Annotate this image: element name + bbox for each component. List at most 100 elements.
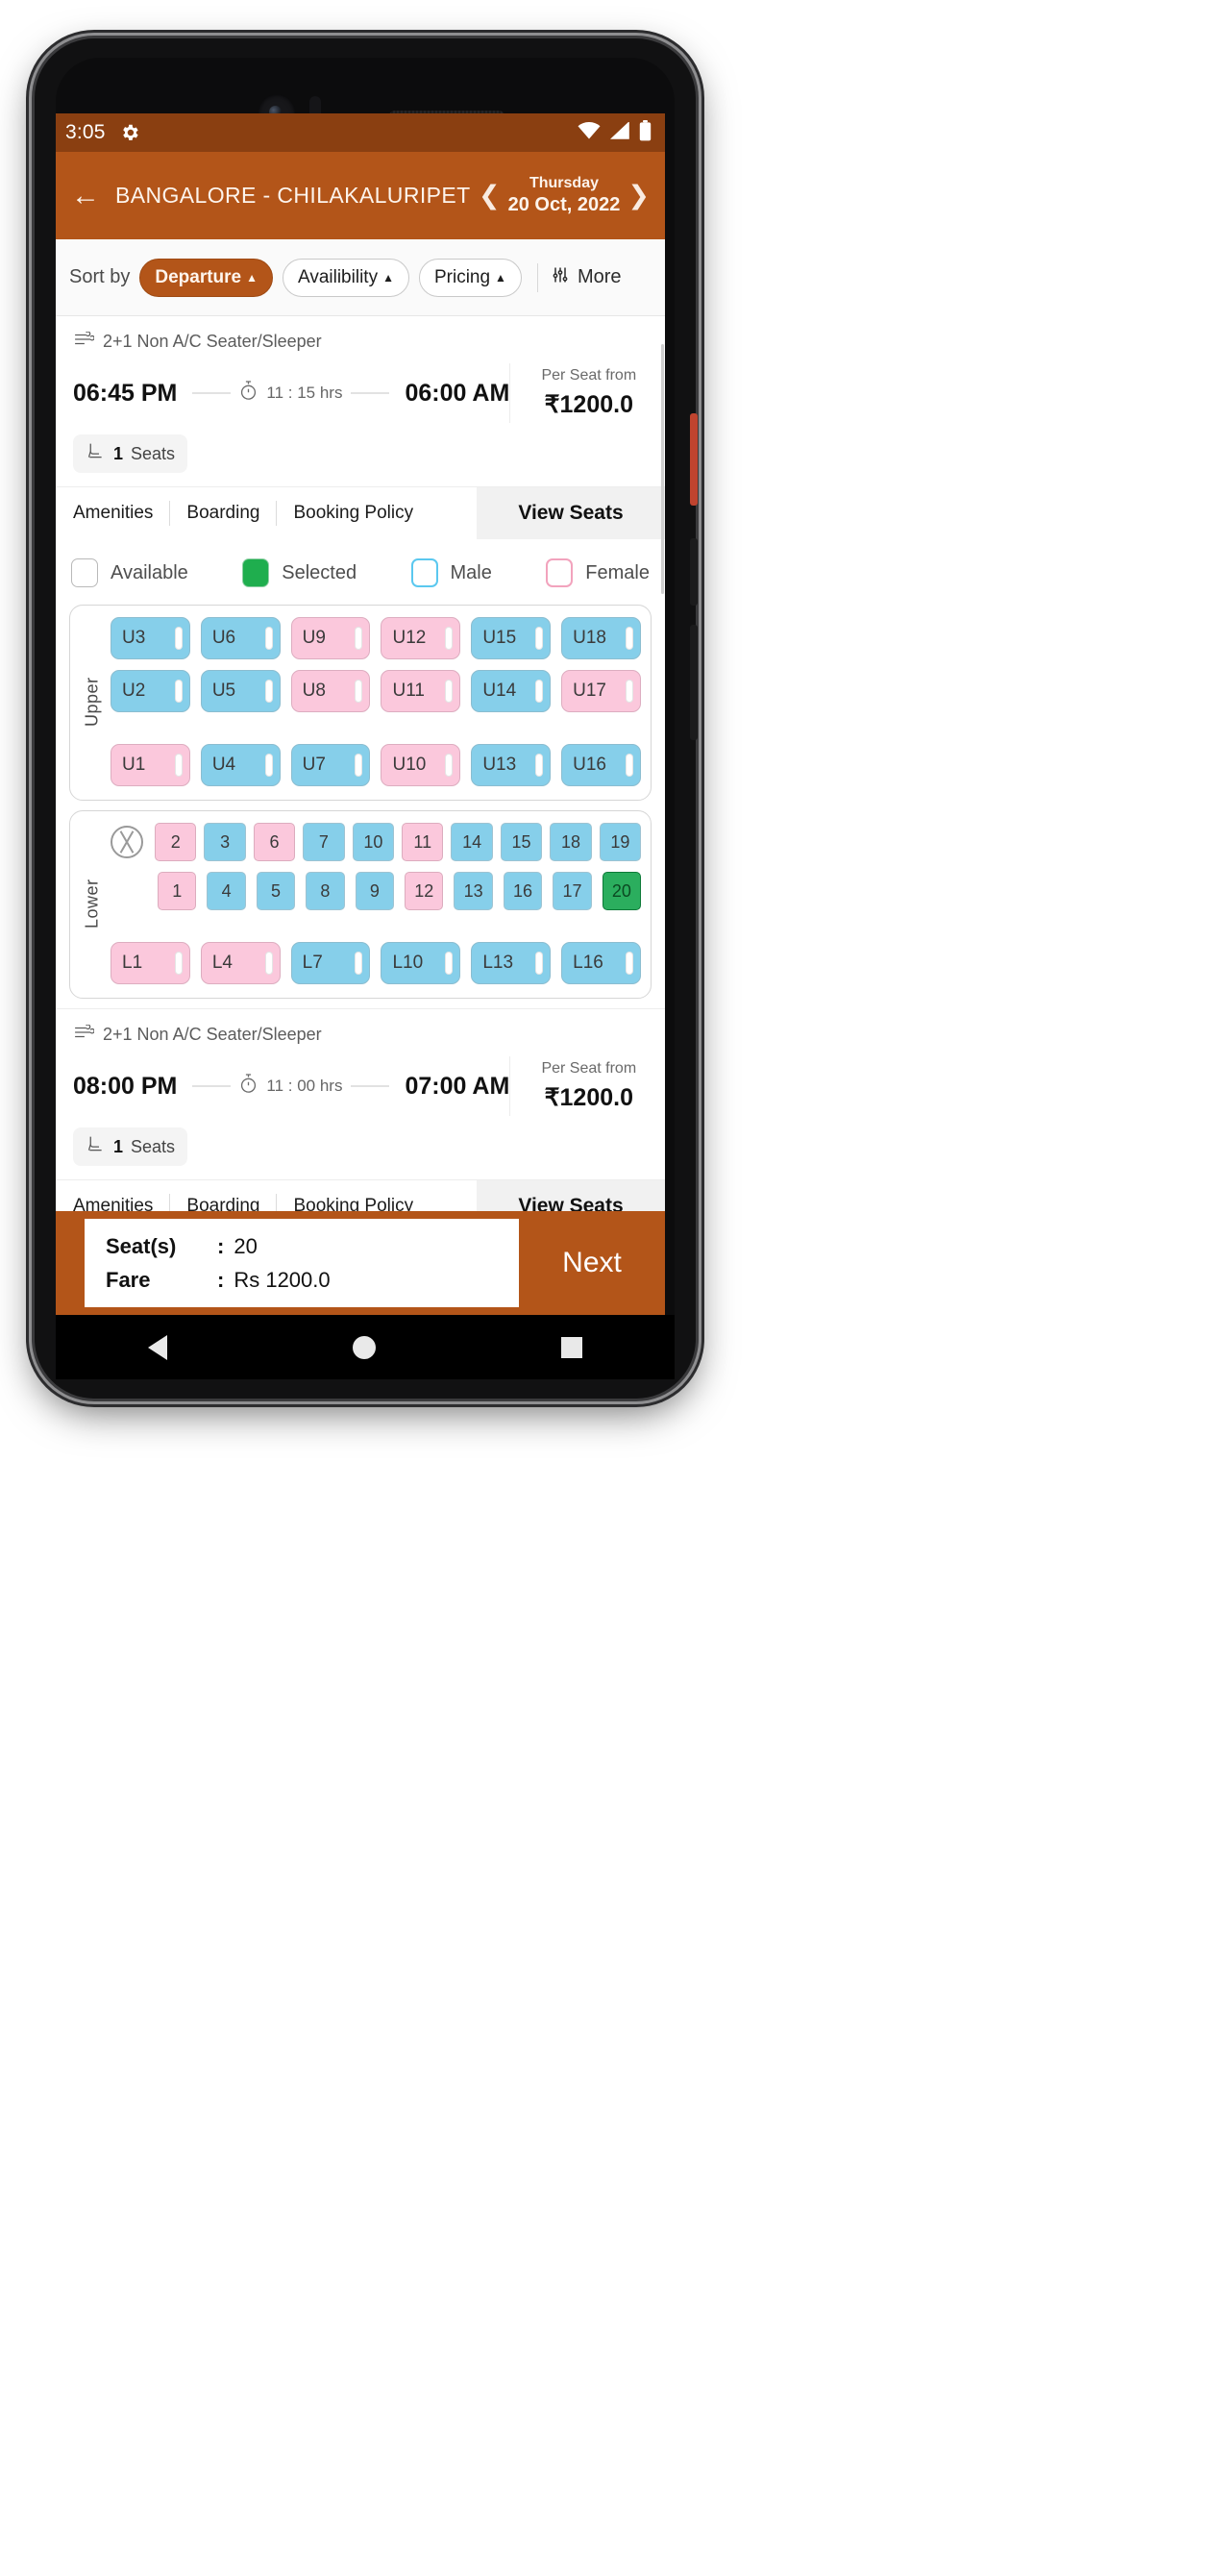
sort-chip-availability-label: Availibility bbox=[298, 266, 379, 287]
sort-by-label: Sort by bbox=[69, 266, 131, 287]
legend-male: Male bbox=[410, 558, 492, 587]
summary-seats-key: Seat(s) bbox=[106, 1233, 177, 1258]
sort-chip-departure-label: Departure bbox=[155, 266, 242, 287]
seat-9[interactable]: 9 bbox=[355, 872, 395, 910]
seat-U18[interactable]: U18 bbox=[561, 617, 641, 659]
volume-down-button[interactable] bbox=[690, 625, 698, 740]
pillow-icon bbox=[625, 952, 633, 975]
seat-5[interactable]: 5 bbox=[256, 872, 296, 910]
seat-U8[interactable]: U8 bbox=[290, 670, 371, 712]
circle-home-icon[interactable] bbox=[352, 1335, 376, 1359]
seat-16[interactable]: 16 bbox=[503, 872, 543, 910]
seat-17[interactable]: 17 bbox=[553, 872, 592, 910]
pillow-icon bbox=[355, 680, 363, 703]
duration-line-left bbox=[192, 1085, 232, 1087]
seat-8[interactable]: 8 bbox=[306, 872, 345, 910]
seat-L4[interactable]: L4 bbox=[200, 942, 281, 984]
seat-6[interactable]: 6 bbox=[253, 823, 296, 861]
sort-bar: Sort by Departure ▲ Availibility ▲ Prici… bbox=[56, 239, 665, 316]
sort-chip-availability[interactable]: Availibility ▲ bbox=[283, 258, 409, 297]
seat-label: L16 bbox=[573, 953, 603, 973]
bus-seat-icon bbox=[73, 331, 95, 352]
seat-U11[interactable]: U11 bbox=[381, 670, 461, 712]
seat-L7[interactable]: L7 bbox=[290, 942, 371, 984]
pillow-icon bbox=[355, 627, 363, 650]
arrow-left-icon[interactable]: ← bbox=[71, 181, 100, 211]
sort-chip-pricing-label: Pricing bbox=[433, 266, 491, 287]
seat-10[interactable]: 10 bbox=[352, 823, 395, 861]
selected-date[interactable]: Thursday 20 Oct, 2022 bbox=[508, 174, 621, 217]
bus-time-row: 08:00 PM 11 : 00 hrs 07:00 AM Per Seat f… bbox=[56, 1049, 665, 1122]
sort-chip-departure[interactable]: Departure ▲ bbox=[139, 258, 273, 297]
seat-label: U4 bbox=[211, 755, 236, 775]
summary-panel: Seat(s) : 20 Fare : Rs 1200.0 bbox=[85, 1219, 519, 1307]
seat-U14[interactable]: U14 bbox=[471, 670, 552, 712]
seat-L1[interactable]: L1 bbox=[111, 942, 190, 984]
summary-seats-sep: : bbox=[217, 1233, 225, 1258]
bus-type-row: 2+1 Non A/C Seater/Sleeper bbox=[56, 1009, 665, 1049]
seat-U5[interactable]: U5 bbox=[200, 670, 281, 712]
seat-15[interactable]: 15 bbox=[500, 823, 543, 861]
seat-U17[interactable]: U17 bbox=[561, 670, 641, 712]
seat-11[interactable]: 11 bbox=[402, 823, 444, 861]
pillow-icon bbox=[445, 754, 454, 777]
view-seats-button[interactable]: View Seats bbox=[477, 487, 665, 539]
triangle-back-icon[interactable] bbox=[148, 1334, 168, 1360]
seat-label: U3 bbox=[122, 628, 146, 648]
seat-U16[interactable]: U16 bbox=[561, 744, 641, 786]
seat-20[interactable]: 20 bbox=[602, 872, 642, 910]
seat-label: U6 bbox=[211, 628, 236, 648]
next-button[interactable]: Next bbox=[519, 1211, 665, 1315]
pillow-icon bbox=[174, 627, 183, 650]
seat-3[interactable]: 3 bbox=[204, 823, 246, 861]
seat-U12[interactable]: U12 bbox=[381, 617, 461, 659]
upper-deck-panel: Upper U3 U6 U9 U12 U15 U18 U2 U5 U8 U11 … bbox=[69, 605, 652, 801]
seat-19[interactable]: 19 bbox=[599, 823, 642, 861]
departure-time: 06:45 PM bbox=[73, 379, 178, 407]
seat-13[interactable]: 13 bbox=[454, 872, 493, 910]
seat-2[interactable]: 2 bbox=[155, 823, 197, 861]
volume-up-button[interactable] bbox=[690, 538, 698, 606]
seat-U15[interactable]: U15 bbox=[471, 617, 552, 659]
seat-U3[interactable]: U3 bbox=[111, 617, 190, 659]
sort-chip-pricing[interactable]: Pricing ▲ bbox=[418, 258, 522, 297]
seat-1[interactable]: 1 bbox=[158, 872, 197, 910]
legend-available: Available bbox=[71, 558, 188, 587]
seat-U4[interactable]: U4 bbox=[200, 744, 281, 786]
seat-U1[interactable]: U1 bbox=[111, 744, 190, 786]
pillow-icon bbox=[445, 627, 454, 650]
seat-7[interactable]: 7 bbox=[303, 823, 345, 861]
seat-18[interactable]: 18 bbox=[550, 823, 592, 861]
seat-4[interactable]: 4 bbox=[207, 872, 246, 910]
legend-swatch-male bbox=[410, 558, 438, 587]
power-button[interactable] bbox=[690, 413, 698, 506]
pillow-icon bbox=[264, 952, 273, 975]
seat-L10[interactable]: L10 bbox=[381, 942, 461, 984]
seat-U13[interactable]: U13 bbox=[471, 744, 552, 786]
stopwatch-icon bbox=[239, 381, 258, 406]
seat-12[interactable]: 12 bbox=[405, 872, 444, 910]
more-filters-button[interactable]: More bbox=[550, 265, 622, 290]
seat-U9[interactable]: U9 bbox=[290, 617, 371, 659]
seat-U7[interactable]: U7 bbox=[290, 744, 371, 786]
booking-policy-link[interactable]: Booking Policy bbox=[277, 487, 430, 539]
chevron-left-icon[interactable]: ❮ bbox=[477, 181, 503, 211]
amenities-link[interactable]: Amenities bbox=[73, 487, 169, 539]
square-recents-icon[interactable] bbox=[560, 1336, 582, 1358]
seat-14[interactable]: 14 bbox=[451, 823, 493, 861]
seat-label: U11 bbox=[392, 681, 425, 701]
seat-U10[interactable]: U10 bbox=[381, 744, 461, 786]
legend-swatch-female bbox=[546, 558, 574, 587]
seat-U2[interactable]: U2 bbox=[111, 670, 190, 712]
seat-L16[interactable]: L16 bbox=[561, 942, 641, 984]
chevron-right-icon[interactable]: ❯ bbox=[626, 181, 652, 211]
scrollbar[interactable] bbox=[661, 344, 664, 594]
seat-L13[interactable]: L13 bbox=[471, 942, 552, 984]
app-viewport: 3:05 ← BANGALORE - CHILAKALURIPET ❮ Thur… bbox=[56, 113, 665, 1315]
boarding-link[interactable]: Boarding bbox=[170, 487, 276, 539]
seat-U6[interactable]: U6 bbox=[200, 617, 281, 659]
upper-deck-label: Upper bbox=[82, 677, 102, 727]
summary-fare-value: Rs 1200.0 bbox=[234, 1267, 331, 1292]
status-icons bbox=[578, 119, 652, 146]
steering-wheel-icon bbox=[111, 826, 143, 858]
